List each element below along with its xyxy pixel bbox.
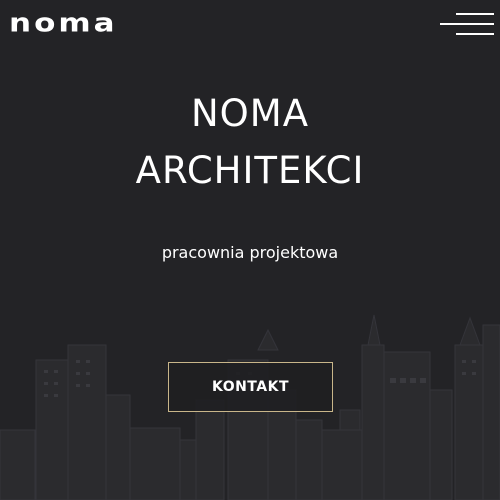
hero-tagline: pracownia projektowa [161,243,339,262]
page: noma NOMA ARCHITEKCI pracownia projektow… [0,0,500,500]
hero-title-line-1: NOMA [190,92,310,135]
hero-section: NOMA ARCHITEKCI [0,85,500,199]
menu-line-top [456,13,494,15]
menu-line-bottom [456,33,494,35]
hamburger-menu-icon[interactable] [440,10,494,38]
hero-title: NOMA ARCHITEKCI [0,85,500,199]
menu-line-middle [440,23,494,25]
hero-title-line-2: ARCHITEKCI [135,149,365,192]
noma-logo[interactable]: noma [9,11,118,36]
site-header: noma [0,0,500,50]
contact-button[interactable]: KONTAKT [168,362,333,412]
